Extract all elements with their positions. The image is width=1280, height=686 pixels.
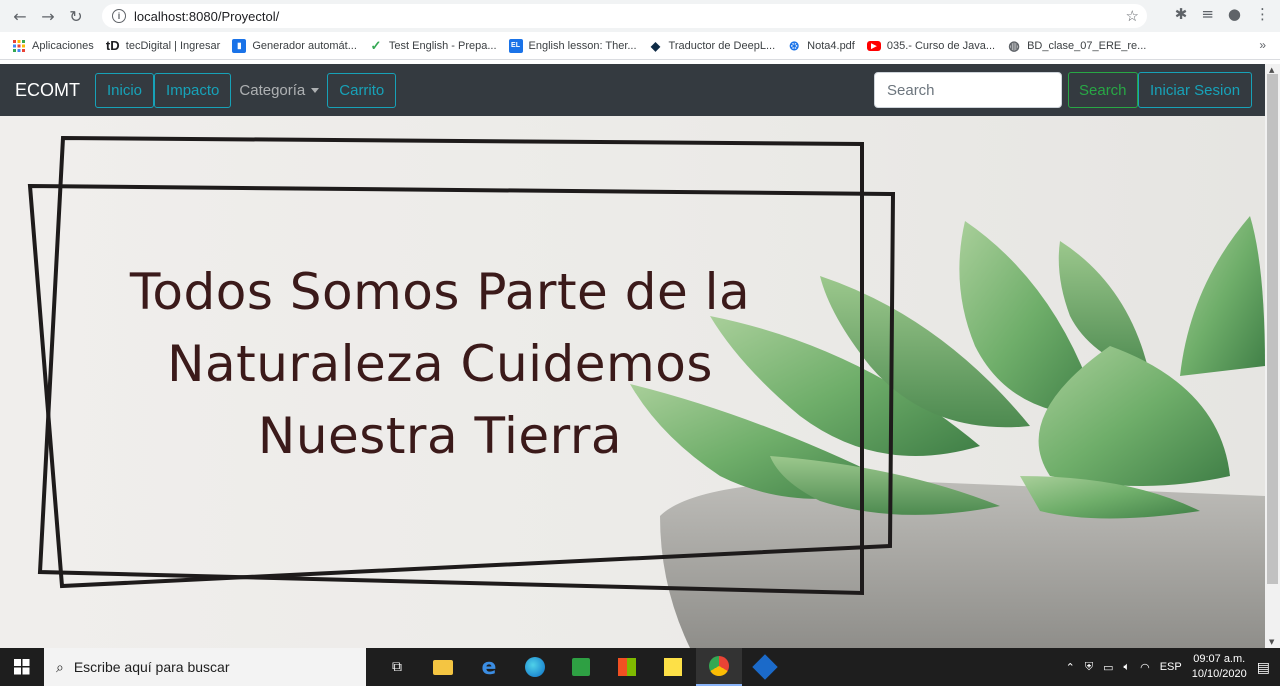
headline-line-3: Nuestra Tierra (257, 407, 623, 465)
system-tray: ⌃ ⛨ ▭ 🔈︎ ◠ ESP 09:07 a.m. 10/10/2020 ▤ (1066, 648, 1280, 686)
taskbar-search-placeholder: Escribe aquí para buscar (73, 659, 230, 675)
scroll-thumb[interactable] (1267, 74, 1278, 584)
pdf-icon: ⊛ (788, 37, 800, 53)
nav-impacto-button[interactable]: Impacto (154, 72, 232, 108)
bookmark-label: Aplicaciones (32, 39, 94, 52)
sticky-notes-icon[interactable] (650, 648, 696, 686)
bookmark-test-english[interactable]: ✓ Test English - Prepa... (369, 37, 497, 53)
youtube-icon: ▶ (866, 40, 881, 51)
bookmark-label: Traductor de DeepL... (668, 39, 776, 52)
edge-legacy-icon[interactable]: e (466, 648, 512, 686)
task-view-icon[interactable]: ⧉ (374, 648, 420, 686)
windows-taskbar: ⌕ Escribe aquí para buscar ⧉ e ⌃ ⛨ ▭ 🔈︎ … (0, 648, 1280, 686)
bookmark-generador[interactable]: ▮ Generador automát... (232, 38, 357, 53)
site-navbar: ECOMT Inicio Impacto Categoría Carrito S… (0, 64, 1265, 116)
globe-icon: ◍ (1008, 37, 1020, 53)
caret-down-icon (311, 87, 320, 93)
doc-icon: ▮ (232, 38, 247, 53)
dropdown-label: Categoría (239, 81, 306, 99)
back-icon[interactable]: ← (6, 2, 34, 30)
language-indicator[interactable]: ESP (1160, 661, 1182, 673)
clock-date: 10/10/2020 (1191, 668, 1247, 680)
chrome-icon[interactable] (696, 648, 742, 686)
notifications-icon[interactable]: ▤ (1257, 659, 1270, 676)
bookmark-deepl[interactable]: ◆ Traductor de DeepL... (649, 38, 776, 53)
apps-grid-icon (12, 39, 26, 53)
bookmark-label: Generador automát... (252, 39, 357, 52)
deepl-icon: ◆ (650, 38, 661, 53)
headline-line-1: Todos Somos Parte de la (129, 263, 751, 321)
scroll-down-icon[interactable]: ▼ (1269, 638, 1274, 646)
brand-logo[interactable]: ECOMT (15, 80, 80, 101)
check-icon: ✓ (370, 37, 382, 53)
bookmark-label: English lesson: Ther... (528, 39, 637, 52)
file-explorer-icon[interactable] (420, 648, 466, 686)
bookmarks-bar: Aplicaciones tD tecDigital | Ingresar ▮ … (0, 32, 1280, 60)
extensions-icon[interactable]: ✱ (1175, 5, 1188, 23)
page-scrollbar[interactable]: ▲ ▼ (1265, 64, 1280, 648)
reload-icon[interactable]: ↻ (62, 2, 90, 30)
bookmark-label: Nota4.pdf (807, 39, 855, 52)
nav-inicio-button[interactable]: Inicio (95, 72, 155, 108)
chevron-up-icon[interactable]: ⌃ (1066, 661, 1075, 674)
forward-icon[interactable]: → (34, 2, 62, 30)
wifi-icon[interactable]: ◠ (1140, 661, 1150, 674)
browser-toolbar: ← → ↻ i localhost:8080/Proyectol/ ☆ ✱ ≡ … (0, 0, 1280, 32)
edge-icon[interactable] (512, 648, 558, 686)
taskbar-search-box[interactable]: ⌕ Escribe aquí para buscar (44, 648, 366, 686)
bookmark-label: Test English - Prepa... (388, 39, 497, 52)
address-bar[interactable]: i localhost:8080/Proyectol/ ☆ (102, 4, 1147, 28)
bookmark-curso-java[interactable]: ▶ 035.- Curso de Java... (866, 39, 996, 52)
search-icon: ⌕ (56, 658, 64, 675)
menu-icon[interactable]: ⋮ (1255, 5, 1270, 23)
bookmark-english-lesson[interactable]: EL English lesson: Ther... (508, 38, 637, 53)
hero-headline: Todos Somos Parte de la Naturaleza Cuide… (60, 256, 820, 472)
nav-carrito-button[interactable]: Carrito (327, 72, 397, 108)
bookmark-tecdigital[interactable]: tD tecDigital | Ingresar (105, 38, 221, 53)
store-icon[interactable] (604, 648, 650, 686)
search-input[interactable]: Search (874, 72, 1062, 108)
hero-banner: Todos Somos Parte de la Naturaleza Cuide… (0, 116, 1265, 648)
headline-line-2: Naturaleza Cuidemos (167, 335, 713, 393)
search-button[interactable]: Search (1068, 72, 1138, 108)
media-player-icon[interactable] (558, 648, 604, 686)
td-icon: tD (105, 38, 120, 53)
login-button[interactable]: Iniciar Sesion (1138, 72, 1253, 108)
scroll-up-icon[interactable]: ▲ (1269, 66, 1274, 74)
bookmark-nota4[interactable]: ⊛ Nota4.pdf (787, 37, 855, 53)
bookmark-star-icon[interactable]: ☆ (1126, 7, 1139, 25)
battery-icon[interactable]: ▭ (1103, 661, 1113, 674)
bookmark-label: tecDigital | Ingresar (125, 39, 221, 52)
bookmark-aplicaciones[interactable]: Aplicaciones (12, 39, 94, 53)
url-text: localhost:8080/Proyectol/ (134, 8, 280, 24)
volume-icon[interactable]: 🔈︎ (1123, 661, 1130, 674)
clock[interactable]: 09:07 a.m. 10/10/2020 (1192, 652, 1247, 682)
nav-categoria-dropdown[interactable]: Categoría (239, 81, 320, 99)
clock-time: 09:07 a.m. (1193, 653, 1246, 665)
site-info-icon[interactable]: i (112, 9, 126, 23)
bookmarks-more-icon[interactable]: » (1259, 38, 1266, 52)
security-shield-icon[interactable]: ⛨ (1085, 661, 1093, 674)
media-icon[interactable]: ≡ (1201, 5, 1214, 23)
profile-icon[interactable]: ● (1228, 5, 1241, 23)
bookmark-bd-clase[interactable]: ◍ BD_clase_07_ERE_re... (1007, 37, 1147, 53)
flag-icon: EL (508, 38, 523, 53)
netbeans-icon[interactable] (742, 648, 788, 686)
bookmark-label: BD_clase_07_ERE_re... (1027, 39, 1147, 52)
windows-start-icon[interactable] (0, 648, 44, 686)
bookmark-label: 035.- Curso de Java... (886, 39, 996, 52)
